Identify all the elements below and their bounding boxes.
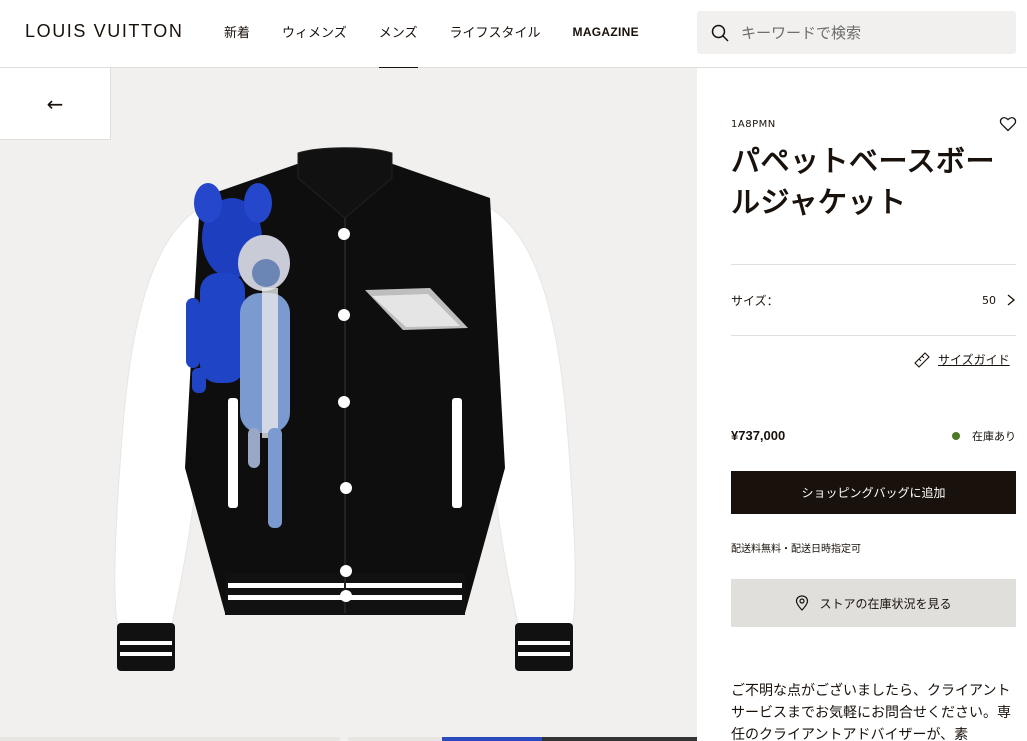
brand-logo[interactable]: LOUIS VUITTON <box>25 21 184 42</box>
nav-item-women[interactable]: ウィメンズ <box>282 0 347 68</box>
size-value: 50 <box>982 293 996 307</box>
stock-dot <box>952 432 960 440</box>
product-gallery: ← <box>0 68 697 741</box>
size-guide-label: サイズガイド <box>938 353 1010 367</box>
thumbnail-strip <box>0 737 697 741</box>
add-to-bag-button[interactable]: ショッピングバッグに追加 <box>731 471 1016 514</box>
search-bar[interactable] <box>697 11 1016 54</box>
nav-item-men[interactable]: メンズ <box>378 0 418 69</box>
thumbnail[interactable] <box>542 737 697 741</box>
stock-status: 在庫あり <box>952 428 1016 444</box>
thumbnail[interactable] <box>0 737 340 741</box>
size-guide-link[interactable]: サイズガイド <box>914 351 1010 368</box>
product-image[interactable] <box>0 68 697 741</box>
divider <box>731 335 1016 336</box>
product-title: パペットベースボールジャケット <box>731 144 996 219</box>
heart-icon[interactable] <box>999 115 1017 133</box>
location-pin-icon <box>796 595 809 611</box>
nav-item-magazine[interactable]: MAGAZINE <box>573 0 639 68</box>
ruler-icon <box>914 351 930 368</box>
help-text: ご不明な点がございましたら、クライアントサービスまでお気軽にお問合せください。専… <box>731 683 1011 741</box>
product-info-panel: 1A8PMN パペットベースボールジャケット サイズ： 50 サイズガイド ¥7… <box>697 68 1027 741</box>
size-label: サイズ： <box>731 293 779 308</box>
main-nav: 新着 ウィメンズ メンズ ライフスタイル MAGAZINE <box>224 0 671 69</box>
product-sku: 1A8PMN <box>731 119 776 130</box>
nav-item-lifestyle[interactable]: ライフスタイル <box>450 0 541 68</box>
product-price: ¥737,000 <box>731 428 786 443</box>
size-selector[interactable]: サイズ： 50 <box>731 265 1016 335</box>
nav-item-new[interactable]: 新着 <box>224 0 250 68</box>
thumbnail[interactable] <box>348 737 442 741</box>
search-input[interactable] <box>741 23 1001 42</box>
search-icon <box>711 24 729 42</box>
site-header: LOUIS VUITTON 新着 ウィメンズ メンズ ライフスタイル MAGAZ… <box>0 0 1027 69</box>
thumbnail[interactable] <box>442 737 542 741</box>
chevron-right-icon <box>1007 294 1016 306</box>
store-availability-label: ストアの在庫状況を見る <box>819 596 952 611</box>
stock-label: 在庫あり <box>972 430 1016 443</box>
shipping-note: 配送料無料・配送日時指定可 <box>731 544 861 555</box>
back-button[interactable]: ← <box>0 68 111 140</box>
store-availability-button[interactable]: ストアの在庫状況を見る <box>731 579 1016 627</box>
